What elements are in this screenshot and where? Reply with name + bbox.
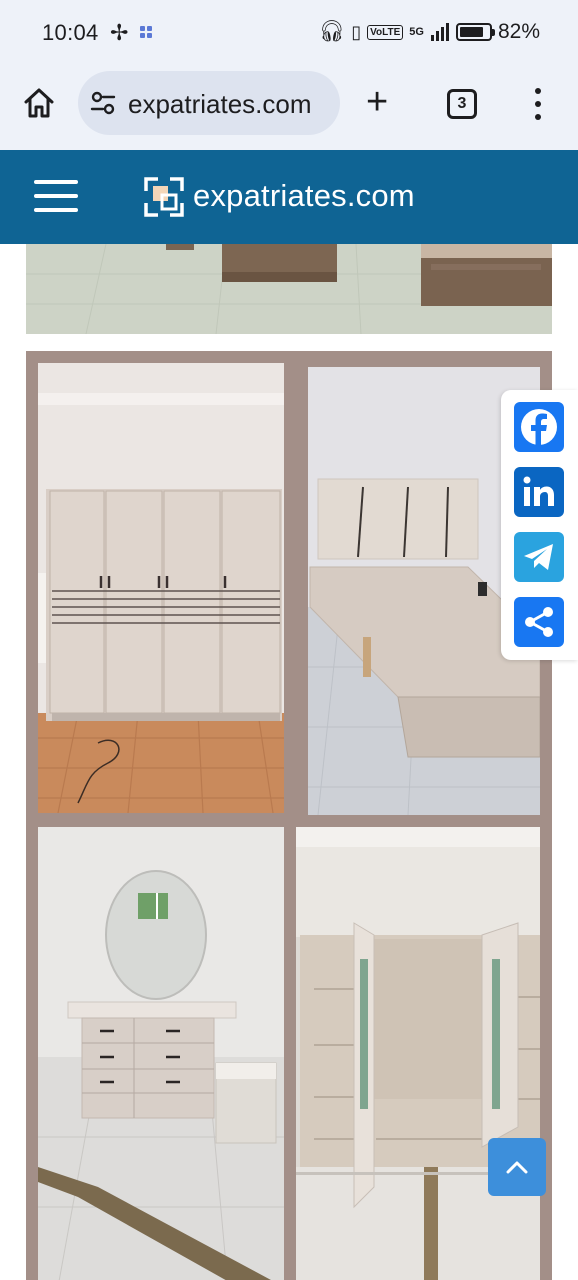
status-bar: 10:04 ✢ 🎧︎ ▯ VoLTE 5G 82% (0, 0, 578, 64)
site-name[interactable]: expatriates.com (193, 178, 415, 214)
share-sidebar (501, 390, 578, 660)
listing-photo-previous[interactable] (26, 244, 552, 334)
home-icon[interactable] (22, 86, 56, 120)
fan-icon: ✢ (110, 20, 129, 45)
wardrobe-photo (38, 363, 284, 813)
telegram-icon (524, 544, 553, 570)
tabs-button[interactable]: 3 (447, 89, 477, 119)
open-wardrobe-photo (296, 827, 540, 1280)
chevron-up-icon (506, 1161, 528, 1174)
network-type: 5G (409, 26, 424, 38)
signal-icon (430, 23, 449, 41)
tune-icon[interactable] (90, 91, 116, 115)
hamburger-menu-icon[interactable] (34, 180, 78, 212)
url-text[interactable]: expatriates.com (128, 89, 328, 120)
linkedin-share-button[interactable] (514, 467, 564, 517)
facebook-icon (521, 409, 557, 445)
address-bar[interactable]: expatriates.com (78, 71, 340, 135)
plus-icon[interactable]: + (366, 83, 388, 121)
more-vert-icon[interactable] (530, 88, 546, 120)
battery-percent: 82% (497, 20, 540, 43)
status-indicators: 🎧︎ ▯ VoLTE 5G 82% (319, 20, 540, 44)
battery-saver-icon: ▯ (351, 21, 362, 42)
listing-photo-collage[interactable] (26, 351, 552, 1280)
volte-badge: VoLTE (367, 24, 404, 40)
linkedin-icon (523, 476, 554, 506)
browser-toolbar: expatriates.com + 3 (0, 64, 578, 150)
app-grid-icon (140, 26, 152, 38)
listing-content (0, 244, 578, 1280)
site-logo-icon[interactable] (144, 177, 184, 217)
bed-frames-photo (26, 244, 552, 334)
headset-icon: 🎧︎ (318, 20, 346, 43)
scroll-to-top-button[interactable] (488, 1138, 546, 1196)
battery-icon (455, 23, 495, 41)
status-time: 10:04 (42, 20, 99, 45)
site-header: expatriates.com (0, 150, 578, 244)
facebook-share-button[interactable] (514, 402, 564, 452)
dresser-photo (38, 827, 284, 1280)
share-icon (525, 607, 553, 637)
telegram-share-button[interactable] (514, 532, 564, 582)
share-button[interactable] (514, 597, 564, 647)
